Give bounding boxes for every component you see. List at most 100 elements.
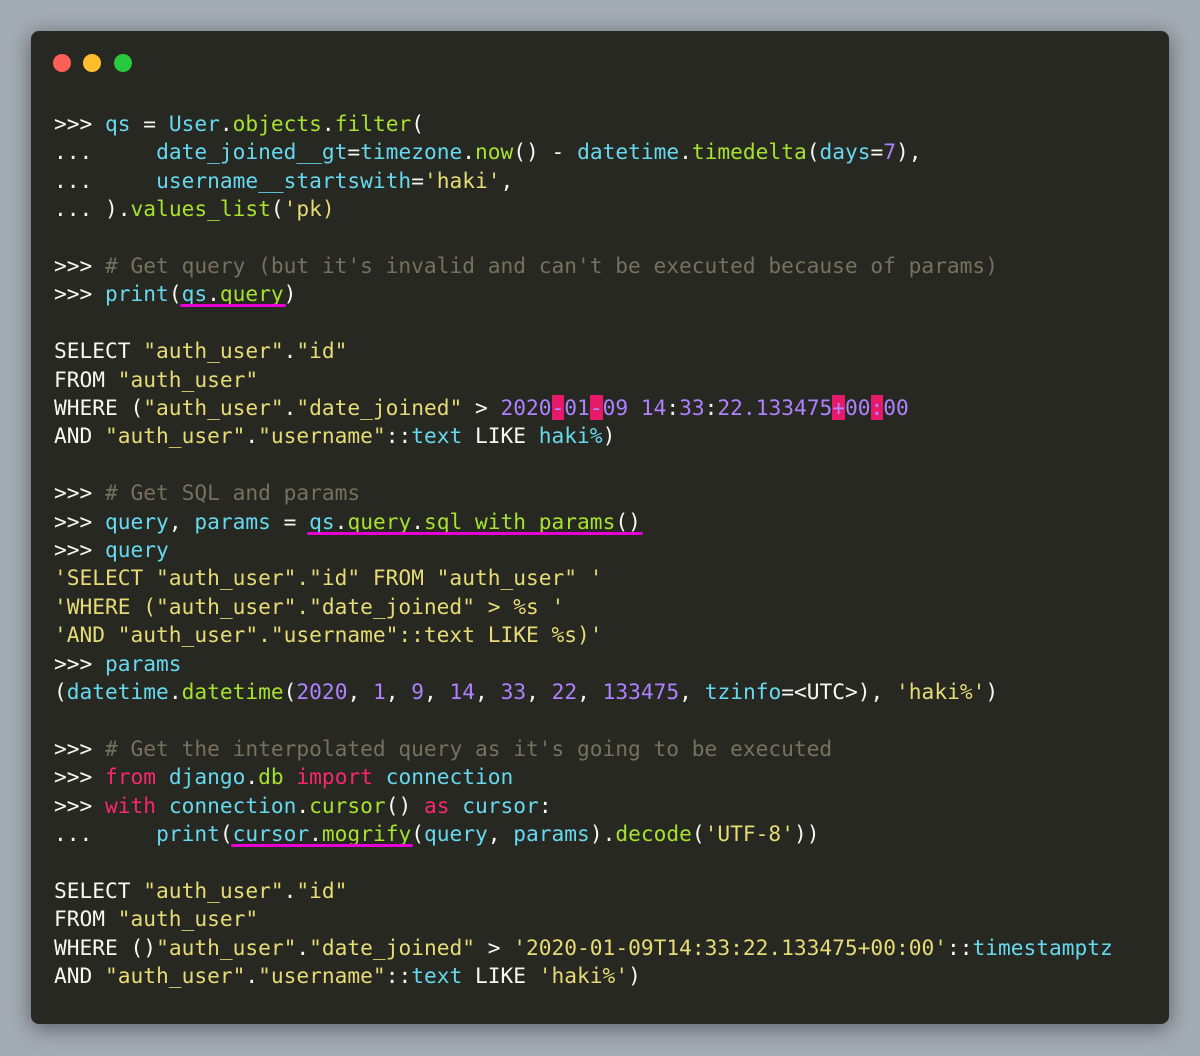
code-token: . — [245, 423, 259, 449]
code-token: . — [168, 679, 182, 704]
code-token: ) — [985, 679, 999, 704]
code-token: query — [105, 537, 169, 562]
code-token: ( — [219, 821, 233, 846]
code-token: . — [462, 139, 475, 165]
code-token: = — [870, 139, 884, 165]
code-token: + — [832, 395, 845, 420]
code-token: . — [296, 792, 310, 818]
code-token: values_list — [130, 196, 271, 222]
code-token: ... ). — [54, 196, 131, 222]
code-token: . — [245, 963, 259, 988]
code-token: 'WHERE ("auth_user"."date_joined" > %s ' — [54, 593, 565, 619]
code-token: datetime — [181, 679, 284, 704]
code-token: datetime — [577, 139, 680, 165]
code-token: . — [245, 764, 259, 790]
code-line: 'WHERE ("auth_user"."date_joined" > %s ' — [54, 593, 564, 621]
code-token: import — [296, 764, 373, 790]
code-line: SELECT "auth_user"."id" — [54, 877, 347, 905]
underline-highlight — [230, 844, 414, 847]
code-token: "id" — [296, 877, 348, 903]
code-token: : — [666, 395, 680, 420]
code-token: qs — [181, 281, 208, 307]
code-token: mogrify — [321, 821, 412, 846]
code-token: decode — [615, 821, 692, 846]
code-token: FROM — [54, 906, 118, 932]
code-token: > — [474, 934, 514, 960]
code-token: () — [615, 508, 641, 534]
code-token: >>> — [54, 281, 106, 307]
code-token: : — [538, 792, 552, 818]
code-line: AND "auth_user"."username"::text LIKE ha… — [54, 422, 615, 450]
code-token: "auth_user" — [143, 338, 284, 364]
code-block: >>> qs = User.objects.filter(... date_jo… — [0, 0, 1200, 1056]
code-token: now — [475, 139, 514, 165]
code-token: , — [487, 821, 514, 846]
code-token: 'haki%' — [896, 679, 986, 704]
code-token: query — [219, 281, 284, 307]
code-token: . — [219, 111, 233, 136]
code-token: : — [870, 395, 884, 420]
code-token: 01 — [564, 395, 590, 420]
code-token: () — [385, 792, 424, 818]
code-token: connection — [168, 792, 297, 818]
code-token: qs — [105, 111, 131, 136]
code-line: >>> params — [54, 650, 182, 678]
code-line: 'AND "auth_user"."username"::text LIKE %… — [54, 621, 603, 649]
code-token: ), — [896, 139, 922, 165]
code-token: ) — [602, 423, 616, 449]
code-token: WHERE () — [54, 934, 157, 960]
code-token: ) — [628, 963, 641, 988]
code-token: 22 — [551, 679, 578, 704]
code-token: - — [551, 395, 565, 420]
code-token: from — [105, 764, 157, 790]
code-line: AND "auth_user"."username"::text LIKE 'h… — [54, 962, 641, 990]
code-token: >>> — [54, 508, 106, 534]
code-token: WHERE ( — [54, 395, 144, 420]
code-token: query — [347, 508, 412, 534]
code-token: 9 — [411, 679, 425, 704]
code-token: . — [296, 934, 310, 960]
code-token: "date_joined" — [309, 934, 475, 960]
code-token: as — [423, 792, 450, 818]
code-token: . — [679, 139, 692, 165]
code-token: ( — [54, 679, 67, 704]
code-token: () - — [513, 139, 578, 165]
code-token: objects — [232, 111, 322, 136]
code-token: SELECT — [54, 877, 144, 903]
code-token: with — [105, 792, 157, 818]
code-token: >>> — [54, 650, 106, 676]
code-token: text — [411, 423, 463, 449]
code-token: )) — [793, 821, 820, 846]
code-token: "auth_user" — [105, 963, 246, 988]
code-token: params — [513, 821, 590, 846]
code-token: = — [130, 111, 169, 136]
code-token: 14 — [449, 679, 476, 704]
code-token: "auth_user" — [143, 877, 284, 903]
code-token: ... — [54, 821, 157, 846]
code-token: query — [423, 821, 488, 846]
code-token: cursor — [232, 821, 310, 846]
code-token: . — [283, 338, 297, 364]
code-token: 2020 — [296, 679, 348, 704]
code-token: :: — [946, 934, 973, 960]
code-token: : — [704, 395, 718, 420]
code-token: "date_joined" — [296, 395, 463, 420]
code-token: >>> — [54, 111, 106, 136]
underline-highlight — [179, 304, 286, 308]
code-line: >>> # Get query (but it's invalid and ca… — [54, 252, 998, 280]
code-token: 09 — [602, 395, 629, 420]
code-token: django — [168, 764, 246, 790]
code-token: tzinfo — [704, 679, 782, 704]
code-token: print — [105, 281, 169, 307]
code-token: 'AND "auth_user"."username"::text LIKE %… — [54, 622, 603, 648]
code-token: 22.133475 — [717, 395, 833, 420]
code-token: >>> — [54, 792, 106, 818]
code-token: timezone — [360, 139, 463, 165]
code-token: "username" — [258, 963, 386, 988]
code-token: AND — [54, 423, 106, 449]
code-token: filter — [334, 111, 412, 136]
code-token: . — [334, 508, 348, 534]
code-token: >>> — [54, 764, 106, 790]
code-token: = — [270, 508, 310, 534]
